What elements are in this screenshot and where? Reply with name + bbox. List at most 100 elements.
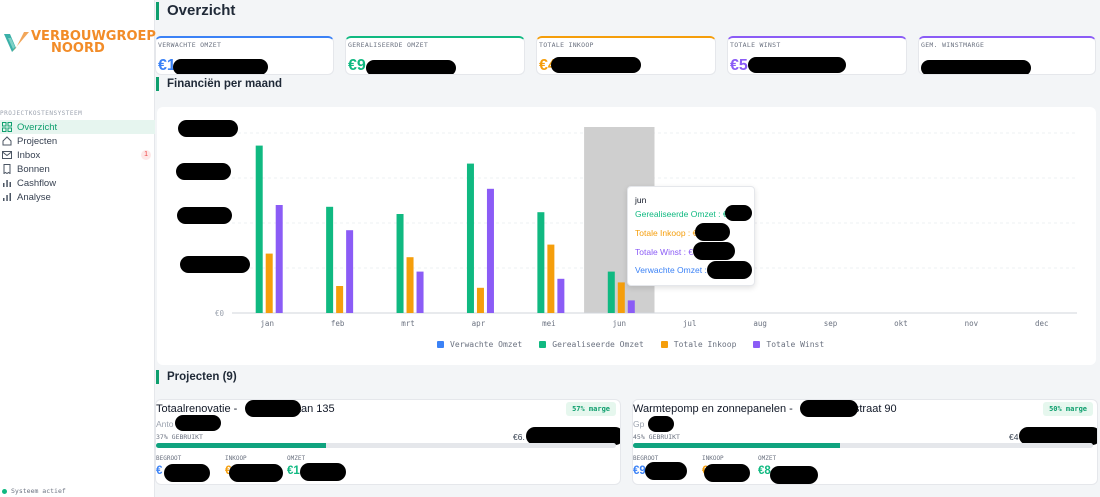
tooltip-title: jun bbox=[635, 195, 647, 205]
kpi-label: VERWACHTE OMZET bbox=[158, 41, 222, 49]
y-tick-redaction bbox=[177, 207, 232, 224]
kpi-label: GEREALISEERDE OMZET bbox=[348, 41, 429, 49]
sidebar-nav: Overzicht Projecten Inbox 1 Bonnen Cashf… bbox=[0, 120, 155, 204]
bar-totale-inkoop-mrt bbox=[406, 257, 414, 313]
inbox-icon bbox=[2, 151, 12, 159]
legend-swatch bbox=[753, 341, 761, 348]
progress-fill bbox=[633, 443, 840, 448]
legend-item-totale-inkoop[interactable]: Totale Inkoop bbox=[660, 340, 737, 349]
legend-swatch bbox=[437, 341, 444, 348]
redaction-bar bbox=[245, 400, 301, 417]
redaction-bar bbox=[551, 57, 641, 73]
x-tick-label: okt bbox=[894, 319, 908, 328]
metric-label: INKOOP bbox=[225, 455, 247, 462]
legend-swatch bbox=[660, 341, 668, 348]
y-tick-redaction bbox=[180, 256, 250, 273]
redaction-bar bbox=[300, 463, 346, 481]
status-text: Systeem actief bbox=[11, 487, 66, 495]
projects-section-title: Projecten (9) bbox=[156, 370, 237, 384]
bar-gerealiseerde-omzet-jun bbox=[607, 271, 615, 313]
bar-gerealiseerde-omzet-mei bbox=[537, 212, 545, 313]
page-title: Overzicht bbox=[156, 2, 235, 20]
sidebar-item-cashflow[interactable]: Cashflow bbox=[0, 176, 155, 190]
legend-label: Totale Winst bbox=[766, 340, 825, 349]
redaction-bar bbox=[229, 464, 283, 482]
bar-gerealiseerde-omzet-mrt bbox=[396, 214, 404, 313]
progress-fill bbox=[156, 443, 327, 448]
redaction-bar bbox=[800, 400, 858, 417]
bar-gerealiseerde-omzet-jan bbox=[255, 145, 263, 313]
project-title-end: straat 90 bbox=[853, 403, 897, 415]
x-tick-label: mrt bbox=[401, 319, 415, 328]
project-amount: €6. bbox=[513, 432, 525, 442]
project-progress-bar bbox=[633, 443, 1093, 448]
kpi-card-gem-winstmarge: GEM. WINSTMARGE bbox=[918, 36, 1096, 75]
metric-label: INKOOP bbox=[702, 455, 724, 462]
redaction-bar bbox=[645, 462, 687, 480]
kpi-card-totale-winst: TOTALE WINST €5 bbox=[727, 36, 907, 75]
sidebar-item-label: Inbox bbox=[17, 149, 41, 161]
project-amount: €4 bbox=[1009, 432, 1019, 442]
bar-totale-winst-mrt bbox=[416, 271, 424, 313]
project-card[interactable]: Totaalrenovatie - laan 135 57% marge Ant… bbox=[155, 399, 621, 485]
kpi-label: GEM. WINSTMARGE bbox=[921, 41, 985, 49]
project-card[interactable]: Warmtepomp en zonnepanelen - straat 90 5… bbox=[632, 399, 1098, 485]
bar-totale-winst-jun bbox=[627, 300, 635, 313]
legend-label: Totale Inkoop bbox=[673, 340, 737, 349]
bar-totale-winst-apr bbox=[486, 188, 494, 313]
x-tick-label: nov bbox=[965, 319, 979, 328]
project-client: Anto bbox=[156, 419, 174, 429]
project-margin-badge: 50% marge bbox=[1043, 402, 1093, 416]
brand-logo[interactable]: VERBOUWGROEP NOORD bbox=[2, 30, 156, 56]
receipt-icon bbox=[3, 164, 11, 174]
sidebar-item-label: Analyse bbox=[17, 191, 51, 203]
redaction-bar bbox=[164, 464, 210, 482]
bar-totale-winst-jan bbox=[275, 205, 283, 313]
bar-gerealiseerde-omzet-feb bbox=[326, 206, 334, 313]
legend-label: Gerealiseerde Omzet bbox=[552, 340, 644, 349]
x-tick-label: jun bbox=[613, 319, 627, 328]
sidebar-item-projecten[interactable]: Projecten bbox=[0, 134, 155, 148]
sidebar-item-analyse[interactable]: Analyse bbox=[0, 190, 155, 204]
brand-name: VERBOUWGROEP NOORD bbox=[31, 30, 156, 56]
sidebar-item-label: Projecten bbox=[17, 135, 58, 147]
analytics-icon bbox=[3, 193, 11, 201]
kpi-value: €5 bbox=[730, 57, 748, 74]
legend-swatch bbox=[539, 341, 547, 348]
project-used-label: 37% GEBRUIKT bbox=[156, 433, 203, 441]
bar-totale-inkoop-jun bbox=[617, 282, 625, 313]
metric-label: OMZET bbox=[287, 455, 306, 462]
sidebar-item-bonnen[interactable]: Bonnen bbox=[0, 162, 155, 176]
project-title-start: Warmtepomp en zonnepanelen - bbox=[633, 403, 796, 415]
sidebar-item-overzicht[interactable]: Overzicht bbox=[0, 120, 155, 134]
tooltip-row-totale-inkoop: Totale Inkoop : € bbox=[635, 228, 698, 238]
redaction-bar bbox=[648, 416, 674, 432]
x-tick-label: jul bbox=[683, 319, 697, 328]
sidebar-item-label: Cashflow bbox=[17, 177, 57, 189]
sidebar-item-inbox[interactable]: Inbox 1 bbox=[0, 148, 155, 162]
x-tick-label: jan bbox=[260, 319, 274, 328]
redaction-bar bbox=[725, 205, 752, 221]
legend-item-totale-winst[interactable]: Totale Winst bbox=[753, 340, 824, 349]
redaction-bar bbox=[695, 223, 730, 241]
metric-label: OMZET bbox=[758, 455, 777, 462]
logo-v-icon bbox=[4, 32, 29, 52]
bar-totale-inkoop-mei bbox=[547, 244, 555, 313]
x-tick-label: dec bbox=[1035, 319, 1049, 328]
grid-icon bbox=[2, 122, 12, 132]
kpi-label: TOTALE WINST bbox=[730, 41, 781, 49]
brand-line-2: NOORD bbox=[51, 41, 105, 56]
sidebar-item-label: Overzicht bbox=[17, 121, 58, 133]
inbox-count-badge: 1 bbox=[141, 150, 151, 160]
legend-item-verwachte-omzet[interactable]: Verwachte Omzet bbox=[437, 340, 522, 349]
sidebar: VERBOUWGROEP NOORD PROJECTKOSTENSYSTEEM … bbox=[0, 0, 156, 497]
redaction-bar bbox=[366, 60, 456, 74]
x-tick-label: feb bbox=[331, 319, 345, 328]
project-client: Gp bbox=[633, 419, 645, 429]
y-tick-redaction bbox=[176, 163, 231, 180]
legend-item-gerealiseerde-omzet[interactable]: Gerealiseerde Omzet bbox=[539, 340, 644, 349]
kpi-card-totale-inkoop: TOTALE INKOOP €4 bbox=[536, 36, 716, 75]
chart-tooltip: jun Gerealiseerde Omzet : € Totale Inkoo… bbox=[627, 186, 755, 286]
tooltip-row-totale-winst: Totale Winst : € bbox=[635, 247, 694, 257]
x-tick-label: sep bbox=[824, 319, 838, 328]
